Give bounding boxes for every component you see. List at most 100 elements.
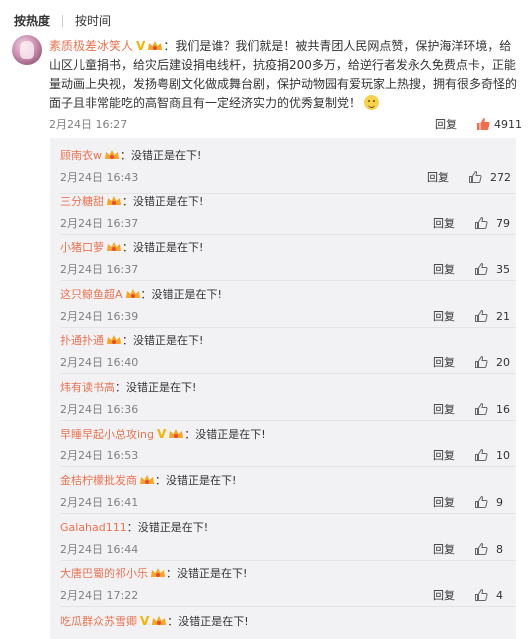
reply-button[interactable]: 回复 (433, 310, 455, 324)
thumbs-up-icon (475, 588, 488, 601)
reply-username[interactable]: 顾南衣w (60, 149, 102, 162)
tab-sort-by-hot[interactable]: 按热度 (14, 13, 50, 29)
like-button[interactable]: 16 (474, 402, 510, 416)
reply-time: 2月24日 16:43 (60, 171, 139, 184)
divider (60, 466, 516, 467)
crown-badge-icon (107, 242, 121, 251)
reply-button[interactable]: 回复 (427, 171, 449, 185)
reply-button[interactable]: 回复 (433, 356, 455, 370)
reply-button[interactable]: 回复 (433, 403, 455, 417)
reply-username[interactable]: 大唐巴蜀的祁小乐 (60, 567, 148, 580)
reply-time: 2月24日 16:41 (60, 496, 139, 509)
reply-button[interactable]: 回复 (433, 589, 455, 603)
like-button[interactable]: 20 (474, 355, 510, 369)
reply-button[interactable]: 回复 (433, 449, 455, 463)
thumbs-up-icon (475, 495, 488, 508)
reply-username[interactable]: 扑通扑通 (60, 334, 104, 347)
divider (60, 560, 516, 561)
reply-username[interactable]: 炜有读书高 (60, 381, 115, 394)
reply-content: 顾南衣w ：没错正是在下! (60, 148, 201, 164)
divider (60, 513, 516, 514)
reply-button[interactable]: 回复 (433, 263, 455, 277)
like-count: 20 (496, 355, 510, 369)
crown-badge-icon (107, 335, 121, 344)
like-button[interactable]: 272 (468, 170, 511, 184)
reply-time: 2月24日 17:22 (60, 589, 139, 602)
reply-button[interactable]: 回复 (435, 117, 457, 131)
divider (60, 327, 516, 328)
reply-time: 2月24日 16:40 (60, 356, 139, 369)
reply-text: ：没错正是在下! (184, 428, 266, 441)
verified-v-icon: V (157, 427, 167, 441)
like-button[interactable]: 4 (474, 588, 503, 602)
reply-button[interactable]: 回复 (433, 496, 455, 510)
tab-divider (62, 15, 64, 27)
reply-content: 吃瓜群众苏雪卿 V ：没错正是在下! (60, 613, 249, 630)
like-button[interactable]: 79 (474, 216, 510, 230)
reply-button[interactable]: 回复 (433, 217, 455, 231)
reply-text: ：没错正是在下! (155, 474, 237, 487)
crown-badge-icon (152, 616, 167, 625)
sort-tabs: 按热度 按时间 (14, 13, 111, 29)
thumbs-up-icon (475, 355, 488, 368)
reply-username[interactable]: 早睡早起小总攻ing (60, 428, 154, 441)
like-count: 79 (496, 216, 510, 230)
divider (60, 373, 516, 374)
crown-badge-icon (107, 196, 121, 205)
reply-username[interactable]: 金桔柠檬批发商 (60, 474, 137, 487)
reply-time: 2月24日 16:37 (60, 217, 139, 230)
crown-badge-icon (169, 429, 184, 438)
reply-text: ：没错正是在下! (166, 567, 248, 580)
reply-text: ：没错正是在下! (120, 149, 202, 162)
like-button[interactable]: 8 (474, 542, 503, 556)
like-button[interactable]: 35 (474, 262, 510, 276)
reply-username[interactable]: 小猪口萝 (60, 241, 104, 254)
reply-content: 早睡早起小总攻ing V ：没错正是在下! (60, 426, 266, 443)
like-button[interactable]: 21 (474, 309, 510, 323)
like-button[interactable]: 9 (474, 495, 503, 509)
crown-badge-icon (125, 289, 140, 298)
reply-content: 扑通扑通 ：没错正是在下! (60, 333, 203, 349)
like-count: 9 (496, 495, 503, 509)
reply-button[interactable]: 回复 (433, 543, 455, 557)
thumbs-up-icon (475, 402, 488, 415)
crown-badge-icon (105, 150, 119, 159)
divider (60, 606, 516, 607)
reply-username[interactable]: 这只鲸鱼超A (60, 288, 123, 301)
divider (60, 420, 516, 421)
reply-content: 三分糖甜 ：没错正是在下! (60, 194, 203, 210)
verified-v-icon: V (140, 614, 150, 628)
like-count: 10 (496, 448, 510, 462)
like-count: 21 (496, 309, 510, 323)
reply-text: ：没错正是在下! (122, 195, 204, 208)
reply-username[interactable]: 三分糖甜 (60, 195, 104, 208)
reply-content: 这只鲸鱼超A ：没错正是在下! (60, 287, 222, 303)
reply-content: Galahad111：没错正是在下! (60, 520, 208, 536)
reply-text: ：没错正是在下! (167, 615, 249, 628)
like-button[interactable]: 10 (474, 448, 510, 462)
reply-text: ：没错正是在下! (126, 521, 209, 534)
reply-text: ：没错正是在下! (122, 241, 204, 254)
reply-list: 顾南衣w ：没错正是在下! 2月24日 16:43 回复 272 三分糖甜 ：没错正… (50, 138, 516, 639)
like-button[interactable]: 4911 (476, 117, 522, 131)
reply-time: 2月24日 16:53 (60, 449, 139, 462)
thumbs-up-icon (475, 216, 488, 229)
reply-username[interactable]: Galahad111 (60, 521, 127, 534)
like-count: 4911 (494, 117, 522, 131)
thumbs-up-filled-icon (477, 118, 490, 130)
tab-sort-by-time[interactable]: 按时间 (75, 13, 111, 29)
avatar[interactable] (12, 35, 42, 65)
like-count: 8 (496, 542, 503, 556)
reply-content: 大唐巴蜀的祁小乐 ：没错正是在下! (60, 566, 247, 582)
like-count: 16 (496, 402, 510, 416)
comment-body: 素质极差冰笑人 V ：我们是谁？我们就是！被共青团人民网点赞，保护海洋环境，给山区儿… (49, 37, 520, 113)
reply-username[interactable]: 吃瓜群众苏雪卿 (60, 615, 137, 628)
reply-content: 炜有读书高：没错正是在下! (60, 380, 196, 396)
reply-text: ：没错正是在下! (122, 334, 204, 347)
comment-username[interactable]: 素质极差冰笑人 (49, 39, 133, 53)
reply-time: 2月24日 16:36 (60, 403, 139, 416)
reply-time: 2月24日 16:37 (60, 263, 139, 276)
divider (60, 234, 516, 235)
crown-badge-icon (148, 41, 163, 50)
reply-content: 金桔柠檬批发商 ：没错正是在下! (60, 473, 236, 489)
